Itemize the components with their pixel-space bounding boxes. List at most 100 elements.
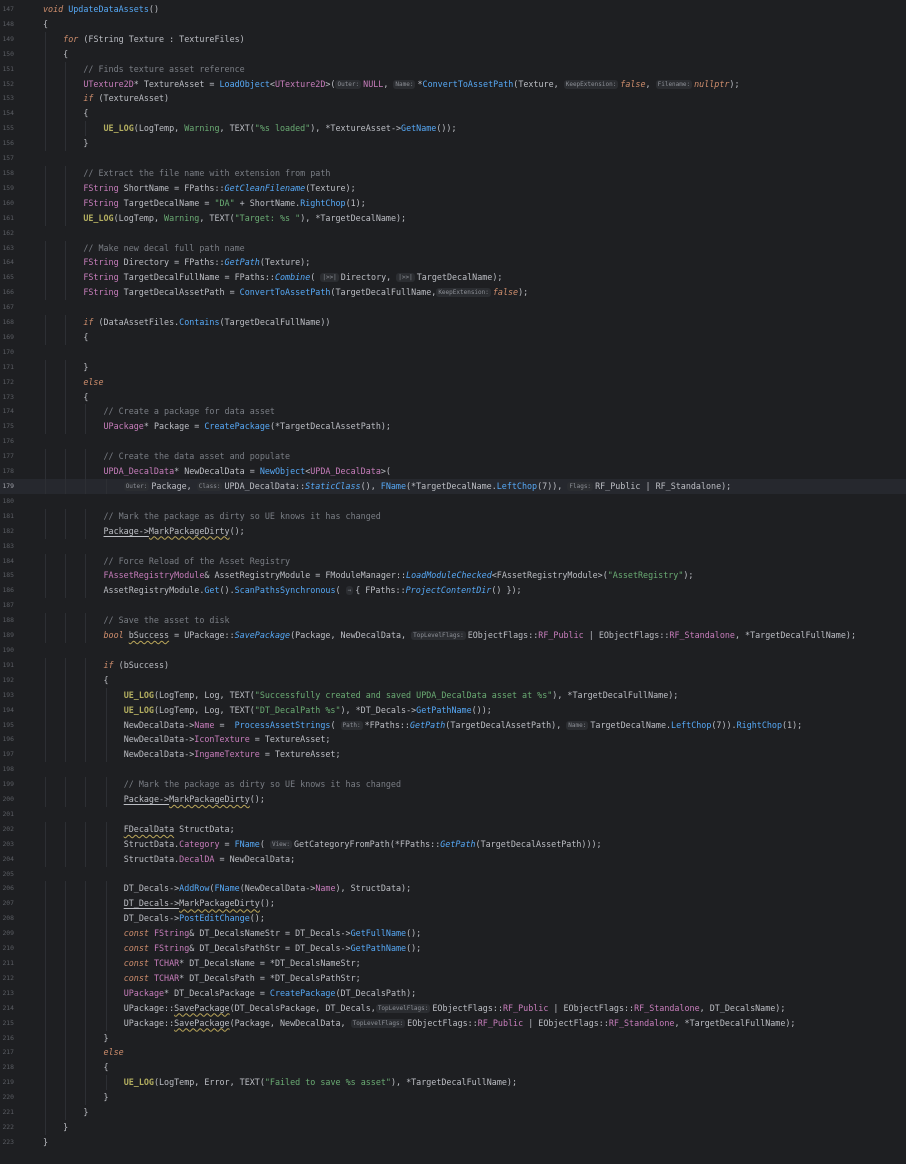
code-line[interactable]: 185 FAssetRegistryModule& AssetRegistryM… [0, 568, 906, 584]
code-line[interactable]: 214 UPackage::SavePackage(DT_DecalsPacka… [0, 1000, 906, 1016]
code-line[interactable]: 217 else [0, 1045, 906, 1061]
code-token: ()); [436, 123, 457, 134]
code-line[interactable]: 221 } [0, 1105, 906, 1120]
code-token: false [492, 287, 519, 298]
code-token: ), *TextureAsset-> [310, 123, 402, 134]
code-line[interactable]: 170 [0, 345, 906, 360]
line-number: 179 [2, 482, 14, 490]
code-token: ShortName = FPaths:: [118, 182, 225, 193]
code-line[interactable]: 190 [0, 643, 906, 658]
code-token: false [620, 78, 646, 89]
code-line[interactable]: 199 // Mark the package as dirty so UE k… [0, 777, 906, 793]
code-line[interactable]: 177 // Create the data asset and populat… [0, 449, 906, 465]
code-line[interactable]: 161 UE_LOG(LogTemp, Warning, TEXT("Targe… [0, 210, 906, 226]
code-line[interactable]: 174 // Create a package for data asset [0, 404, 906, 420]
code-line[interactable]: 205 [0, 867, 906, 882]
code-line[interactable]: 192 { [0, 672, 906, 688]
code-line[interactable]: 219 UE_LOG(LogTemp, Error, TEXT("Failed … [0, 1075, 906, 1091]
code-token: & DT_DecalsPathStr = DT_Decals-> [189, 943, 351, 954]
code-line[interactable]: 163 // Make new decal full path name [0, 240, 906, 256]
code-text: } [43, 360, 88, 375]
code-line[interactable]: 157 [0, 151, 906, 166]
code-line[interactable]: 158 // Extract the file name with extens… [0, 165, 906, 181]
code-line[interactable]: 173 { [0, 389, 906, 405]
code-line[interactable]: 209 const FString& DT_DecalsNameStr = DT… [0, 926, 906, 942]
code-token: { [43, 331, 89, 342]
code-line[interactable]: 191 if (bSuccess) [0, 657, 906, 673]
code-line[interactable]: 218 { [0, 1060, 906, 1076]
code-line[interactable]: 213 UPackage* DT_DecalsPackage = CreateP… [0, 985, 906, 1001]
code-line[interactable]: 152 UTexture2D* TextureAsset = LoadObjec… [0, 76, 906, 92]
code-line[interactable]: 162 [0, 226, 906, 241]
code-token: ), *DT_Decals-> [340, 704, 417, 715]
code-line[interactable]: 156 } [0, 136, 906, 152]
code-line[interactable]: 183 [0, 539, 906, 554]
code-line[interactable]: 164 FString Directory = FPaths::GetPath(… [0, 255, 906, 271]
code-line[interactable]: 159 FString ShortName = FPaths::GetClean… [0, 180, 906, 196]
code-line[interactable]: 212 const TCHAR* DT_DecalsPath = *DT_Dec… [0, 970, 906, 986]
code-line[interactable]: 151 // Finds texture asset reference [0, 61, 906, 77]
code-line[interactable]: 149 for (FString Texture : TextureFiles) [0, 31, 906, 47]
code-line[interactable]: 208 DT_Decals->PostEditChange(); [0, 911, 906, 927]
code-line[interactable]: 198 [0, 762, 906, 777]
code-line[interactable]: 167 [0, 300, 906, 315]
code-line[interactable]: 180 [0, 494, 906, 509]
code-line[interactable]: 176 [0, 434, 906, 449]
code-line[interactable]: 147 void UpdateDataAssets() [0, 2, 906, 17]
code-line[interactable]: 195 NewDecalData->Name = ProcessAssetStr… [0, 717, 906, 733]
code-line[interactable]: 171 } [0, 359, 906, 375]
code-line[interactable]: 204 StructData.DecalDA = NewDecalData; [0, 851, 906, 867]
code-token: ( [335, 585, 346, 596]
code-line[interactable]: 203 StructData.Category = FName( View: Ge… [0, 836, 906, 852]
code-line[interactable]: 201 [0, 807, 906, 822]
code-line[interactable]: 169 { [0, 329, 906, 345]
code-line[interactable]: 150 { [0, 46, 906, 62]
code-token: { [43, 391, 89, 402]
code-line[interactable]: 178 UPDA_DecalData* NewDecalData = NewOb… [0, 464, 906, 479]
code-line[interactable]: 210 const FString& DT_DecalsPathStr = DT… [0, 941, 906, 956]
code-line[interactable]: 196 NewDecalData->IconTexture = TextureA… [0, 732, 906, 748]
code-line[interactable]: 222 } [0, 1119, 906, 1135]
code-line[interactable]: 211 const TCHAR* DT_DecalsName = *DT_Dec… [0, 956, 906, 971]
code-line[interactable]: 175 UPackage* Package = CreatePackage(*T… [0, 419, 906, 435]
code-line[interactable]: 187 [0, 598, 906, 613]
code-line[interactable]: 154 { [0, 106, 906, 122]
code-line[interactable]: 153 if (TextureAsset) [0, 91, 906, 107]
code-line[interactable]: 189 bool bSuccess = UPackage::SavePackag… [0, 628, 906, 643]
code-line[interactable]: 207 DT_Decals->MarkPackageDirty(); [0, 896, 906, 912]
code-line[interactable]: 202 FDecalData StructData; [0, 821, 906, 837]
code-token: LoadObject [219, 78, 270, 89]
code-line[interactable]: 186 AssetRegistryModule.Get().ScanPathsS… [0, 583, 906, 599]
code-text: DT_Decals->AddRow(FName(NewDecalData->Na… [43, 881, 411, 896]
code-line[interactable]: 188 // Save the asset to disk [0, 613, 906, 629]
code-line[interactable]: 193 UE_LOG(LogTemp, Log, TEXT("Successfu… [0, 687, 906, 703]
code-editor[interactable]: 147 void UpdateDataAssets() 148{149 for (F… [0, 0, 906, 1164]
code-token: } [43, 1136, 49, 1147]
code-line[interactable]: 223} [0, 1135, 906, 1150]
code-line[interactable]: 172 else [0, 374, 906, 390]
code-line[interactable]: 182 Package->MarkPackageDirty(); [0, 523, 906, 539]
code-line[interactable]: 179 Outer: Package, Class: UPDA_DecalData:… [0, 479, 906, 494]
code-line[interactable]: 216 } [0, 1030, 906, 1046]
code-line[interactable]: 197 NewDecalData->IngameTexture = Textur… [0, 747, 906, 763]
code-line[interactable]: 165 FString TargetDecalFullName = FPaths… [0, 270, 906, 286]
code-line[interactable]: 160 FString TargetDecalName = "DA" + Sho… [0, 195, 906, 211]
code-line[interactable]: 181 // Mark the package as dirty so UE k… [0, 508, 906, 524]
code-token: ); [729, 78, 740, 89]
code-line[interactable]: 155 UE_LOG(LogTemp, Warning, TEXT("%s lo… [0, 121, 906, 137]
code-line[interactable]: 166 FString TargetDecalAssetPath = Conve… [0, 285, 906, 301]
code-line[interactable]: 148 { [0, 17, 906, 32]
code-line[interactable]: 184 // Force Reload of the Asset Registr… [0, 553, 906, 569]
code-line[interactable]: 168 if (DataAssetFiles.Contains(TargetDe… [0, 315, 906, 330]
code-line[interactable]: 215 UPackage::SavePackage(Package, NewDe… [0, 1015, 906, 1031]
code-line[interactable]: 194 UE_LOG(LogTemp, Log, TEXT("DT_DecalP… [0, 702, 906, 718]
code-line[interactable]: 200 Package->MarkPackageDirty(); [0, 792, 906, 807]
code-line[interactable]: 220 } [0, 1090, 906, 1106]
code-line[interactable]: 206 DT_Decals->AddRow(FName(NewDecalData… [0, 881, 906, 897]
code-token: ( [330, 719, 341, 730]
code-token: { [43, 18, 49, 29]
